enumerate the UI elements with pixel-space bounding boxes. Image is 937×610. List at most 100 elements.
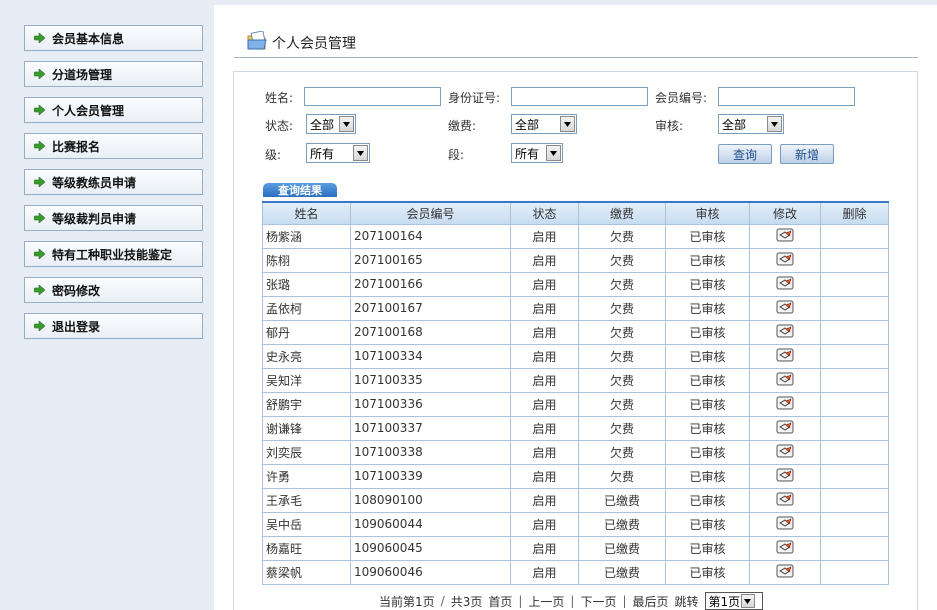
cell-review: 已审核 (665, 319, 750, 345)
pager-separator: | (622, 594, 627, 608)
cell-name: 杨紫涵 (262, 223, 351, 249)
sidebar: 会员基本信息 分道场管理个人会员管理比赛报名等级教练员申请 等级裁判员申请 特有工种职… (0, 0, 214, 610)
edit-icon[interactable] (776, 300, 794, 317)
cell-delete (820, 343, 889, 369)
cell-member-no: 107100335 (350, 367, 511, 393)
pager-prev-link[interactable]: 上一页 (528, 593, 564, 610)
edit-icon[interactable] (776, 252, 794, 269)
table-row: 王承毛 108090100 启用 已缴费 已审核 (262, 487, 889, 513)
sidebar-item[interactable]: 会员基本信息 (24, 25, 203, 51)
edit-icon[interactable] (776, 516, 794, 533)
edit-icon[interactable] (776, 564, 794, 581)
edit-icon[interactable] (776, 372, 794, 389)
cell-member-no: 107100336 (350, 391, 511, 417)
grade-select[interactable]: 所有 (306, 143, 370, 163)
sidebar-item[interactable]: 特有工种职业技能鉴定 (24, 241, 203, 267)
arrow-right-icon (34, 141, 47, 152)
edit-icon[interactable] (776, 492, 794, 509)
cell-review: 已审核 (665, 439, 750, 465)
edit-icon[interactable] (776, 444, 794, 461)
cell-name: 蔡梁帆 (262, 559, 351, 585)
cell-delete (820, 487, 889, 513)
sidebar-item[interactable]: 密码修改 (24, 277, 203, 303)
table-row: 孟依柯 207100167 启用 欠费 已审核 (262, 295, 889, 321)
cell-fee: 欠费 (578, 439, 666, 465)
cell-fee: 欠费 (578, 391, 666, 417)
table-header-row: 姓名 会员编号 状态 缴费 审核 修改 删除 (262, 201, 889, 225)
query-button[interactable]: 查询 (718, 144, 772, 164)
cell-fee: 欠费 (578, 295, 666, 321)
cell-fee: 欠费 (578, 367, 666, 393)
cell-delete (820, 247, 889, 273)
cell-member-no: 207100165 (350, 247, 511, 273)
cell-review: 已审核 (665, 343, 750, 369)
pager-separator: / (440, 594, 445, 608)
sidebar-item[interactable]: 比赛报名 (24, 133, 203, 159)
table-row: 史永亮 107100334 启用 欠费 已审核 (262, 343, 889, 369)
cell-status: 启用 (510, 247, 579, 273)
cell-delete (820, 223, 889, 249)
pager-jump-select[interactable]: 第1页 (704, 592, 763, 610)
review-label: 审核: (655, 119, 684, 133)
pager-last-link[interactable]: 最后页 (633, 593, 669, 610)
cell-member-no: 107100337 (350, 415, 511, 441)
cell-member-no: 207100166 (350, 271, 511, 297)
pager-first-link[interactable]: 首页 (488, 593, 512, 610)
sidebar-item[interactable]: 分道场管理 (24, 61, 203, 87)
edit-icon[interactable] (776, 348, 794, 365)
idcard-label: 身份证号: (448, 91, 501, 105)
sidebar-item[interactable]: 个人会员管理 (24, 97, 203, 123)
dan-label: 段: (448, 148, 465, 162)
fee-select[interactable]: 全部 (511, 114, 577, 134)
arrow-right-icon (34, 177, 47, 188)
pager-next-link[interactable]: 下一页 (580, 593, 616, 610)
cell-review: 已审核 (665, 367, 750, 393)
cell-member-no: 107100339 (350, 463, 511, 489)
sidebar-item[interactable]: 等级裁判员申请 (24, 205, 203, 231)
add-button[interactable]: 新增 (780, 144, 834, 164)
cell-status: 启用 (510, 511, 579, 537)
member-no-input[interactable] (718, 87, 855, 106)
grade-select-value: 所有 (310, 146, 335, 161)
cell-member-no: 107100338 (350, 439, 511, 465)
cell-status: 启用 (510, 271, 579, 297)
edit-icon[interactable] (776, 420, 794, 437)
dan-select[interactable]: 所有 (511, 143, 563, 163)
name-input[interactable] (304, 87, 441, 106)
dan-select-value: 所有 (515, 146, 540, 161)
status-select[interactable]: 全部 (306, 114, 356, 134)
pager-jump-value: 第1页 (708, 594, 741, 609)
status-select-value: 全部 (310, 117, 335, 132)
edit-icon[interactable] (776, 324, 794, 341)
sidebar-item-label: 比赛报名 (52, 139, 101, 154)
sidebar-item[interactable]: 等级教练员申请 (24, 169, 203, 195)
cell-status: 启用 (510, 367, 579, 393)
cell-status: 启用 (510, 463, 579, 489)
table-row: 郁丹 207100168 启用 欠费 已审核 (262, 319, 889, 345)
sidebar-item[interactable]: 退出登录 (24, 313, 203, 339)
arrow-right-icon (34, 321, 47, 332)
cell-fee: 欠费 (578, 271, 666, 297)
cell-delete (820, 535, 889, 561)
main-panel: 个人会员管理 姓名: 身份证号: 会员编号: 状态: 全部 缴费: 全部 审核:… (214, 5, 937, 610)
cell-fee: 欠费 (578, 343, 666, 369)
edit-icon[interactable] (776, 228, 794, 245)
column-header: 审核 (665, 201, 750, 225)
cell-edit (749, 415, 821, 441)
chevron-down-icon (353, 145, 368, 161)
cell-name: 孟依柯 (262, 295, 351, 321)
cell-member-no: 107100334 (350, 343, 511, 369)
idcard-input[interactable] (511, 87, 648, 106)
cell-status: 启用 (510, 391, 579, 417)
edit-icon[interactable] (776, 468, 794, 485)
sidebar-item-label: 密码修改 (52, 283, 101, 298)
review-select[interactable]: 全部 (718, 114, 784, 134)
cell-fee: 欠费 (578, 463, 666, 489)
cell-review: 已审核 (665, 535, 750, 561)
edit-icon[interactable] (776, 396, 794, 413)
edit-icon[interactable] (776, 540, 794, 557)
chevron-down-icon (767, 116, 782, 132)
cell-edit (749, 247, 821, 273)
edit-icon[interactable] (776, 276, 794, 293)
cell-edit (749, 439, 821, 465)
